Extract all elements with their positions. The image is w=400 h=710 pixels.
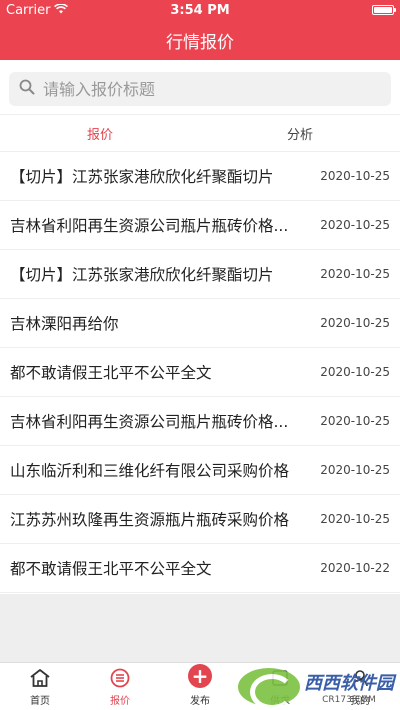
segment-tabs: 报价 分析: [0, 114, 400, 152]
item-title: 吉林溧阳再给你: [10, 315, 119, 333]
tabbar-label: 首页: [30, 696, 50, 707]
item-title: 吉林省利阳再生资源公司瓶片瓶砖价格...: [10, 413, 289, 431]
item-date: 2020-10-25: [320, 463, 390, 477]
tabbar-supply[interactable]: 供求: [240, 663, 320, 710]
item-date: 2020-10-25: [320, 316, 390, 330]
supply-demand-icon: [270, 668, 290, 688]
list-item[interactable]: 【切片】江苏张家港欣欣化纤聚酯切片 2020-10-25: [0, 152, 400, 201]
wifi-icon: [54, 2, 69, 18]
home-icon: [29, 668, 51, 688]
item-title: 都不敢请假王北平不公平全文: [10, 560, 212, 578]
list-item[interactable]: 吉林省利阳再生资源公司瓶片瓶砖价格... 2020-10-25: [0, 201, 400, 250]
search-container: [0, 60, 400, 114]
search-input[interactable]: [43, 79, 381, 99]
profile-icon: [350, 668, 370, 688]
item-title: 【切片】江苏张家港欣欣化纤聚酯切片: [10, 168, 274, 186]
battery-icon: [372, 5, 396, 15]
list-item[interactable]: 【切片】江苏张家港欣欣化纤聚酯切片 2020-10-25: [0, 250, 400, 299]
item-title: 【切片】江苏张家港欣欣化纤聚酯切片: [10, 266, 274, 284]
tab-quote[interactable]: 报价: [0, 115, 200, 151]
item-title: 都不敢请假王北平不公平全文: [10, 364, 212, 382]
list-item[interactable]: 江苏苏州玖隆再生资源瓶片瓶砖采购价格 2020-10-25: [0, 495, 400, 544]
status-bar: Carrier 3:54 PM: [0, 0, 400, 20]
tab-analysis[interactable]: 分析: [200, 115, 400, 151]
item-date: 2020-10-25: [320, 218, 390, 232]
tabbar-publish[interactable]: + 发布: [160, 663, 240, 710]
list-item[interactable]: 山东临沂利和三维化纤有限公司采购价格 2020-10-25: [0, 446, 400, 495]
list-item[interactable]: 都不敢请假王北平不公平全文 2020-10-22: [0, 544, 400, 593]
tabbar-home[interactable]: 首页: [0, 663, 80, 710]
quote-list-icon: [110, 668, 130, 688]
item-date: 2020-10-22: [320, 561, 390, 575]
list-item[interactable]: 吉林溧阳再给你 2020-10-25: [0, 299, 400, 348]
item-date: 2020-10-25: [320, 267, 390, 281]
search-icon: [19, 79, 35, 99]
item-date: 2020-10-25: [320, 512, 390, 526]
page-title: 行情报价: [166, 32, 234, 53]
item-title: 江苏苏州玖隆再生资源瓶片瓶砖采购价格: [10, 511, 290, 529]
item-title: 吉林省利阳再生资源公司瓶片瓶砖价格...: [10, 217, 289, 235]
item-date: 2020-10-25: [320, 169, 390, 183]
item-date: 2020-10-25: [320, 414, 390, 428]
nav-bar: 行情报价: [0, 20, 400, 60]
tabbar-quote[interactable]: 报价: [80, 663, 160, 710]
item-title: 山东临沂利和三维化纤有限公司采购价格: [10, 462, 290, 480]
search-box[interactable]: [9, 72, 391, 106]
tabbar-label: 供求: [270, 696, 290, 707]
publish-plus-icon: +: [188, 664, 212, 688]
bottom-tab-bar: 首页 报价 + 发布 供求 我的: [0, 662, 400, 710]
empty-background: [0, 594, 400, 662]
list-item[interactable]: 都不敢请假王北平不公平全文 2020-10-25: [0, 348, 400, 397]
tabbar-label: 报价: [110, 696, 130, 707]
quote-list: 【切片】江苏张家港欣欣化纤聚酯切片 2020-10-25 吉林省利阳再生资源公司瓶…: [0, 152, 400, 593]
tabbar-label: 我的: [350, 696, 370, 707]
item-date: 2020-10-25: [320, 365, 390, 379]
status-left: Carrier: [6, 2, 69, 18]
tabbar-label: 发布: [190, 696, 210, 707]
battery-fill: [374, 7, 392, 13]
list-item[interactable]: 吉林省利阳再生资源公司瓶片瓶砖价格... 2020-10-25: [0, 397, 400, 446]
carrier-label: Carrier: [6, 2, 51, 18]
tabbar-profile[interactable]: 我的: [320, 663, 400, 710]
